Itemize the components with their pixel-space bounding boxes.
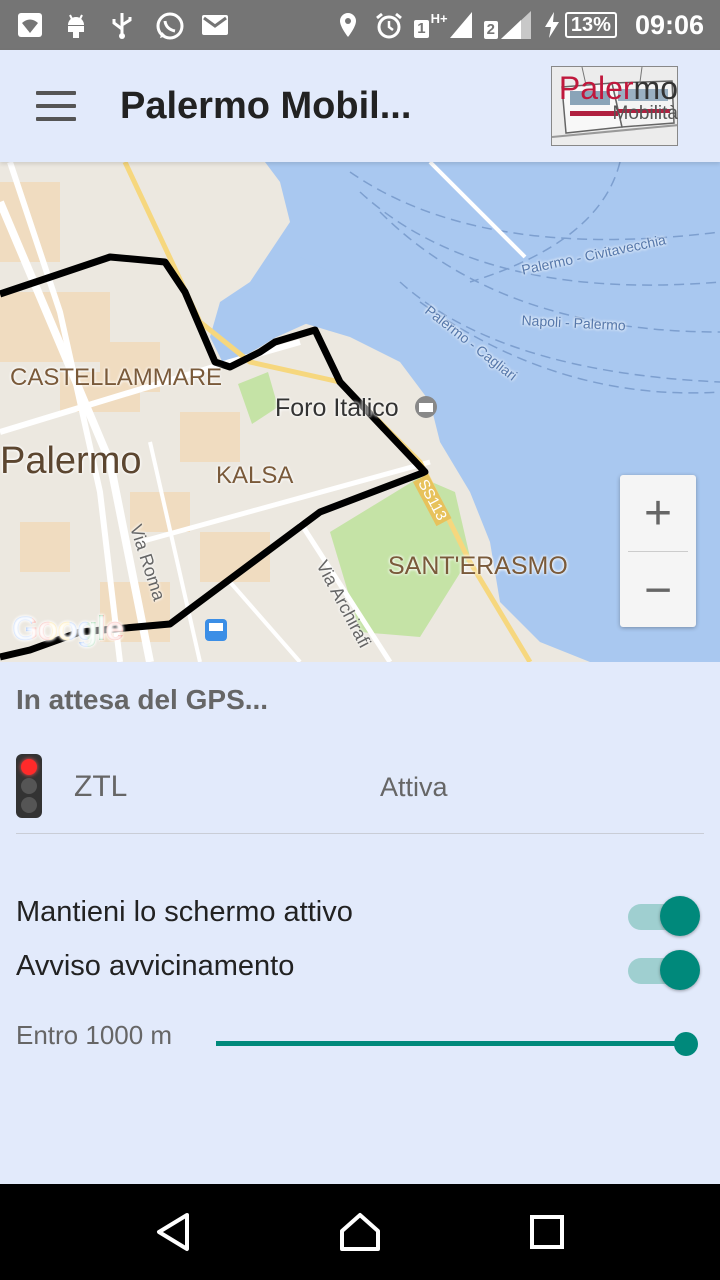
app-bar: Palermo Mobil... Palermo Mobilità — [0, 50, 720, 162]
navigation-bar — [0, 1184, 720, 1280]
zoom-in-button[interactable]: + — [620, 475, 696, 551]
logo-brand-part-b: mo — [633, 70, 678, 106]
app-title: Palermo Mobil... — [120, 84, 412, 127]
proximity-label: Avviso avvicinamento — [16, 950, 295, 982]
setting-proximity: Avviso avvicinamento — [16, 944, 704, 994]
signal-icon-2: 2 — [483, 11, 531, 39]
back-icon[interactable] — [143, 1202, 203, 1262]
logo-brand-part-a: Paler — [558, 70, 634, 106]
gps-status: In attesa del GPS... — [16, 684, 269, 715]
range-slider-thumb[interactable] — [674, 1032, 698, 1056]
status-bar: 1 H+ 2 13% 09:06 — [0, 0, 720, 50]
whatsapp-icon — [154, 11, 184, 40]
keep-screen-switch[interactable] — [628, 896, 700, 936]
setting-keep-screen: Mantieni lo schermo attivo — [16, 890, 704, 940]
ztl-status: Attiva — [380, 772, 448, 802]
google-wordmark: Google — [12, 610, 124, 648]
range-label: Entro 1000 m — [16, 1020, 173, 1050]
ztl-label: ZTL — [74, 770, 128, 803]
range-slider[interactable] — [216, 1032, 698, 1056]
map-label-santerasmo: SANT'ERASMO — [388, 552, 568, 580]
info-panel: In attesa del GPS... ZTL Attiva Mantieni… — [0, 662, 720, 1184]
battery-indicator: 13% — [543, 12, 617, 38]
sim-2-badge: 2 — [483, 21, 498, 39]
android-icon — [62, 11, 90, 39]
mail-icon — [200, 11, 228, 39]
zoom-out-button[interactable]: − — [620, 552, 696, 628]
traffic-light-icon — [16, 754, 42, 818]
battery-level: 13% — [564, 12, 617, 38]
proximity-switch[interactable] — [628, 950, 700, 990]
map-label-kalsa: KALSA — [216, 462, 294, 489]
signal-icon-1: 1 H+ — [414, 11, 472, 38]
sim-1-badge: 1 — [414, 20, 429, 38]
logo-subtitle: Mobilità — [612, 103, 678, 124]
wifi-icon — [16, 11, 44, 39]
network-type: H+ — [430, 11, 448, 26]
location-icon — [334, 11, 362, 39]
logo-text: Palermo Mobilità — [559, 72, 678, 124]
map-label-palermo: Palermo — [0, 440, 142, 482]
keep-screen-label: Mantieni lo schermo attivo — [16, 896, 353, 928]
menu-icon[interactable] — [36, 91, 76, 121]
google-logo: Google — [12, 610, 124, 649]
clock: 09:06 — [634, 9, 704, 40]
charging-icon — [544, 12, 559, 38]
map-view[interactable]: CASTELLAMMARE Palermo KALSA Foro Italico… — [0, 162, 720, 662]
home-icon[interactable] — [330, 1202, 390, 1262]
alarm-icon — [374, 11, 403, 39]
logo-brand: Palermo — [559, 72, 678, 104]
map-label-castellammare: CASTELLAMMARE — [10, 364, 223, 391]
usb-icon — [108, 11, 136, 39]
range-row: Entro 1000 m — [16, 1016, 704, 1056]
recents-icon[interactable] — [517, 1202, 577, 1262]
map-label-foro-italico: Foro Italico — [275, 394, 399, 422]
ztl-row: ZTL Attiva — [16, 752, 704, 834]
zoom-controls: + − — [620, 475, 696, 627]
